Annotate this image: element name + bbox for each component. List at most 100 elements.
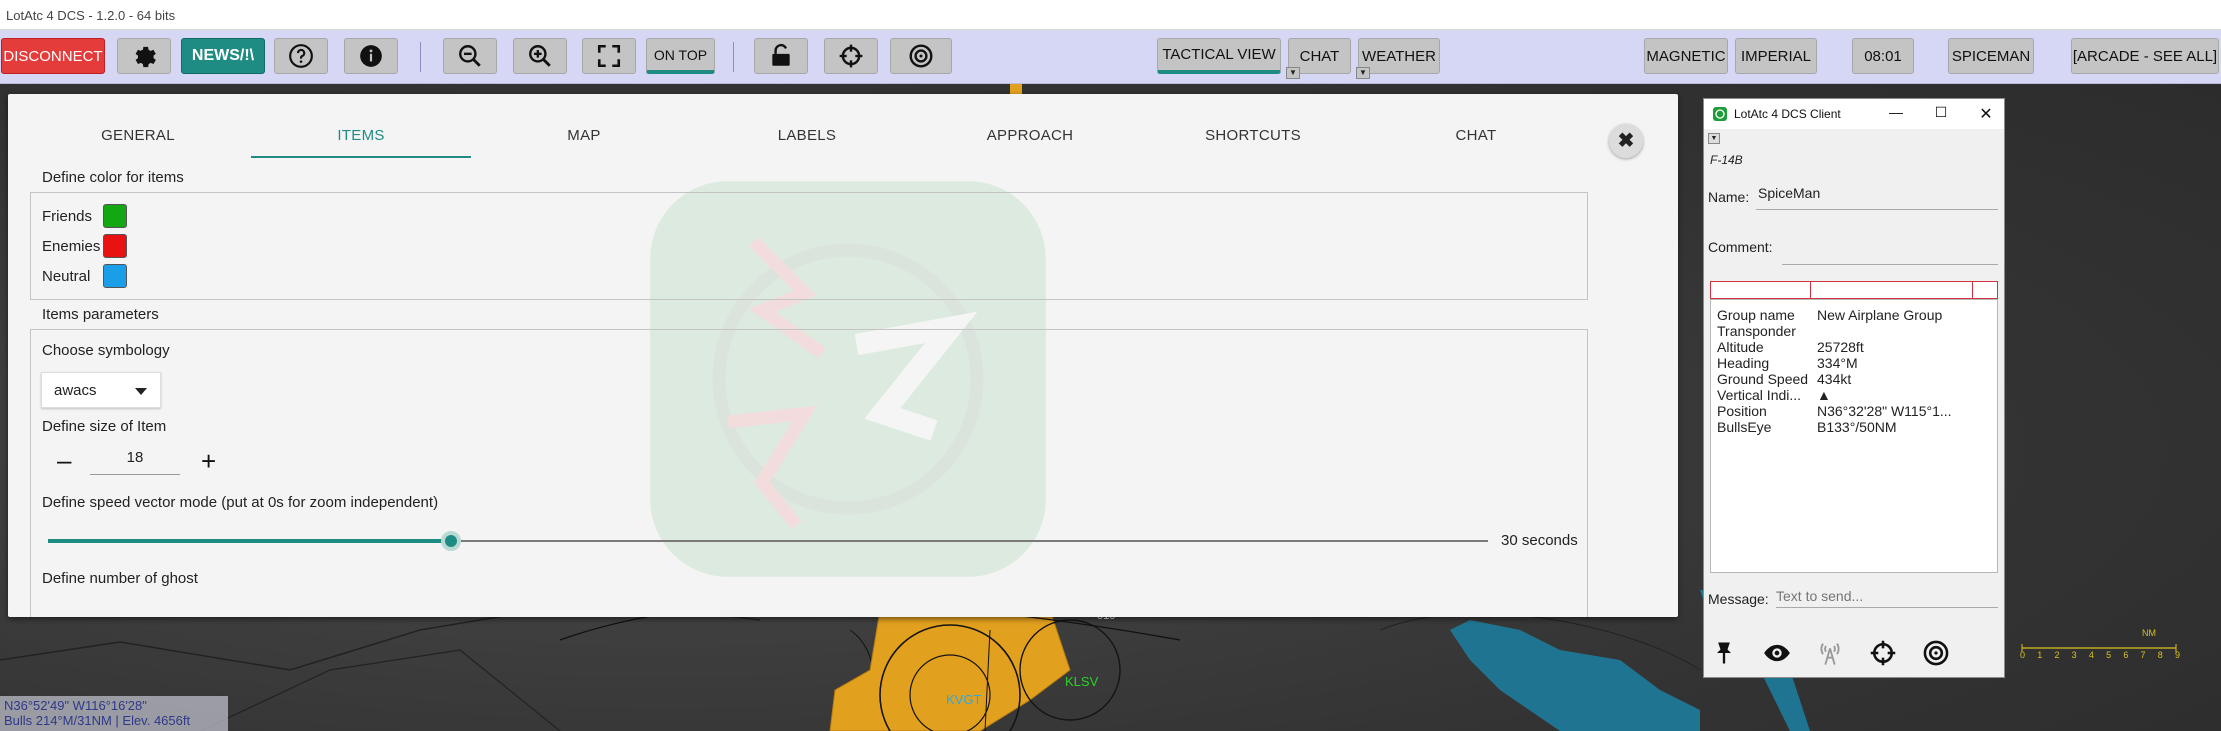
main-toolbar: DISCONNECT NEWS/!\ ON TOP TACTICAL VIEW … xyxy=(0,30,2221,84)
settings-dialog: GENERAL ITEMS MAP LABELS APPROACH SHORTC… xyxy=(8,94,1678,617)
name-value[interactable]: SpiceMan xyxy=(1758,185,1820,201)
info-value: 334°M xyxy=(1817,355,1858,371)
pin-icon[interactable] xyxy=(1710,639,1738,667)
tactical-view-button[interactable]: TACTICAL VIEW xyxy=(1157,38,1281,74)
airfield-klsv[interactable]: KLSV xyxy=(1065,674,1098,689)
weather-button[interactable]: WEATHER xyxy=(1358,38,1440,74)
toolbar-separator xyxy=(420,42,421,72)
weather-dropdown-icon[interactable]: ▼ xyxy=(1356,67,1370,79)
zoom-in-button[interactable] xyxy=(513,38,567,74)
fullscreen-button[interactable] xyxy=(582,38,636,74)
size-decrease-button[interactable]: – xyxy=(57,447,71,473)
friends-color-swatch[interactable] xyxy=(103,204,127,228)
speed-vector-label: Define speed vector mode (put at 0s for … xyxy=(42,494,439,511)
table-row: Heading 334°M xyxy=(1717,355,1993,371)
crosshair-icon[interactable] xyxy=(1869,639,1897,667)
table-row: Ground Speed 434kt xyxy=(1717,371,1993,387)
tab-items[interactable]: ITEMS xyxy=(251,114,471,158)
tab-approach[interactable]: APPROACH xyxy=(920,114,1140,158)
tab-general[interactable]: GENERAL xyxy=(28,114,248,158)
unlock-icon xyxy=(772,43,790,66)
settings-button[interactable] xyxy=(117,38,171,74)
target-icon xyxy=(909,44,933,68)
info-key: Position xyxy=(1717,403,1767,419)
magnetic-button[interactable]: MAGNETIC xyxy=(1644,38,1728,74)
close-settings-button[interactable]: ✖ xyxy=(1609,124,1643,158)
chat-dropdown-icon[interactable]: ▼ xyxy=(1286,67,1300,79)
scale-tick: 6 xyxy=(2123,650,2129,660)
scale-tick: 7 xyxy=(2140,650,2146,660)
tab-shortcuts[interactable]: SHORTCUTS xyxy=(1143,114,1363,158)
color-section-box xyxy=(30,192,1588,300)
scale-ticks: 0 1 2 3 4 5 6 7 8 9 xyxy=(2020,650,2180,660)
name-underline xyxy=(1756,209,1998,210)
table-row: Altitude 25728ft xyxy=(1717,339,1993,355)
speed-vector-value: 30 seconds xyxy=(1501,532,1578,549)
tab-labels[interactable]: LABELS xyxy=(697,114,917,158)
info-button[interactable] xyxy=(344,38,398,74)
lock-button[interactable] xyxy=(754,38,808,74)
info-icon xyxy=(360,45,382,67)
info-key: Vertical Indi... xyxy=(1717,387,1802,403)
enemies-color-swatch[interactable] xyxy=(103,234,127,258)
imperial-button[interactable]: IMPERIAL xyxy=(1735,38,1817,74)
info-key: BullsEye xyxy=(1717,419,1772,435)
client-menu-dropdown-icon[interactable]: ▼ xyxy=(1708,133,1720,144)
message-label: Message: xyxy=(1708,591,1769,607)
on-top-button[interactable]: ON TOP xyxy=(646,38,715,74)
tab-map[interactable]: MAP xyxy=(474,114,694,158)
zoom-out-button[interactable] xyxy=(443,38,497,74)
comment-field[interactable] xyxy=(1782,264,1998,265)
help-button[interactable] xyxy=(274,38,328,74)
ghost-label: Define number of ghost xyxy=(42,570,198,587)
time-display[interactable]: 08:01 xyxy=(1852,38,1914,74)
disconnect-button[interactable]: DISCONNECT xyxy=(1,38,105,74)
toolbar-separator xyxy=(733,42,734,72)
info-value: ▲ xyxy=(1817,387,1831,403)
eye-icon[interactable] xyxy=(1763,639,1791,667)
city-area xyxy=(829,609,1071,731)
window-title: LotAtc 4 DCS - 1.2.0 - 64 bits xyxy=(6,8,176,23)
airfield-kvgt[interactable]: KVGT xyxy=(946,692,981,707)
scale-tick: 3 xyxy=(2071,650,2077,660)
zoom-in-icon xyxy=(529,45,551,67)
radio-tower-icon[interactable] xyxy=(1816,639,1844,667)
user-button[interactable]: SPICEMAN xyxy=(1948,38,2034,74)
minimize-icon[interactable]: — xyxy=(1886,104,1906,124)
table-row: BullsEye B133°/50NM xyxy=(1717,419,1993,435)
info-table-header xyxy=(1710,281,1998,299)
client-window: LotAtc 4 DCS Client — ☐ ✕ ▼ F-14B Name: … xyxy=(1703,98,2005,678)
params-section-title: Items parameters xyxy=(42,306,159,323)
info-value: 434kt xyxy=(1817,371,1852,387)
neutral-color-swatch[interactable] xyxy=(103,264,127,288)
gear-icon xyxy=(135,46,156,68)
mode-button[interactable]: [ARCADE - SEE ALL] xyxy=(2071,38,2219,74)
close-icon[interactable]: ✕ xyxy=(1976,104,1996,124)
scale-tick: 2 xyxy=(2054,650,2060,660)
size-input[interactable]: 18 xyxy=(90,449,180,475)
scale-tick: 0 xyxy=(2020,650,2026,660)
symbology-select[interactable]: awacs xyxy=(41,372,161,408)
question-icon xyxy=(289,44,313,68)
target-button[interactable] xyxy=(890,38,952,74)
chevron-down-icon xyxy=(135,388,147,395)
header-cell[interactable] xyxy=(1711,282,1811,298)
neutral-label: Neutral xyxy=(42,268,91,285)
message-input[interactable] xyxy=(1776,584,1998,608)
settings-tabs: GENERAL ITEMS MAP LABELS APPROACH SHORTC… xyxy=(28,114,1588,160)
tab-chat[interactable]: CHAT xyxy=(1366,114,1586,158)
speed-vector-slider-fill xyxy=(48,539,452,543)
target-icon[interactable] xyxy=(1922,639,1950,667)
news-button[interactable]: NEWS/!\ xyxy=(181,38,265,74)
size-increase-button[interactable]: + xyxy=(201,448,216,474)
header-cell[interactable] xyxy=(1811,282,1973,298)
center-button[interactable] xyxy=(824,38,878,74)
params-section-box xyxy=(30,329,1588,617)
info-key: Heading xyxy=(1717,355,1770,371)
scale-tick: 9 xyxy=(2174,650,2180,660)
client-title: LotAtc 4 DCS Client xyxy=(1734,107,1841,121)
maximize-icon[interactable]: ☐ xyxy=(1931,104,1951,124)
scale-unit-label: NM xyxy=(2142,628,2156,638)
info-key: Altitude xyxy=(1717,339,1764,355)
cursor-coordinates: N36°52'49" W116°16'28" Bulls 214°M/31NM … xyxy=(0,696,228,731)
